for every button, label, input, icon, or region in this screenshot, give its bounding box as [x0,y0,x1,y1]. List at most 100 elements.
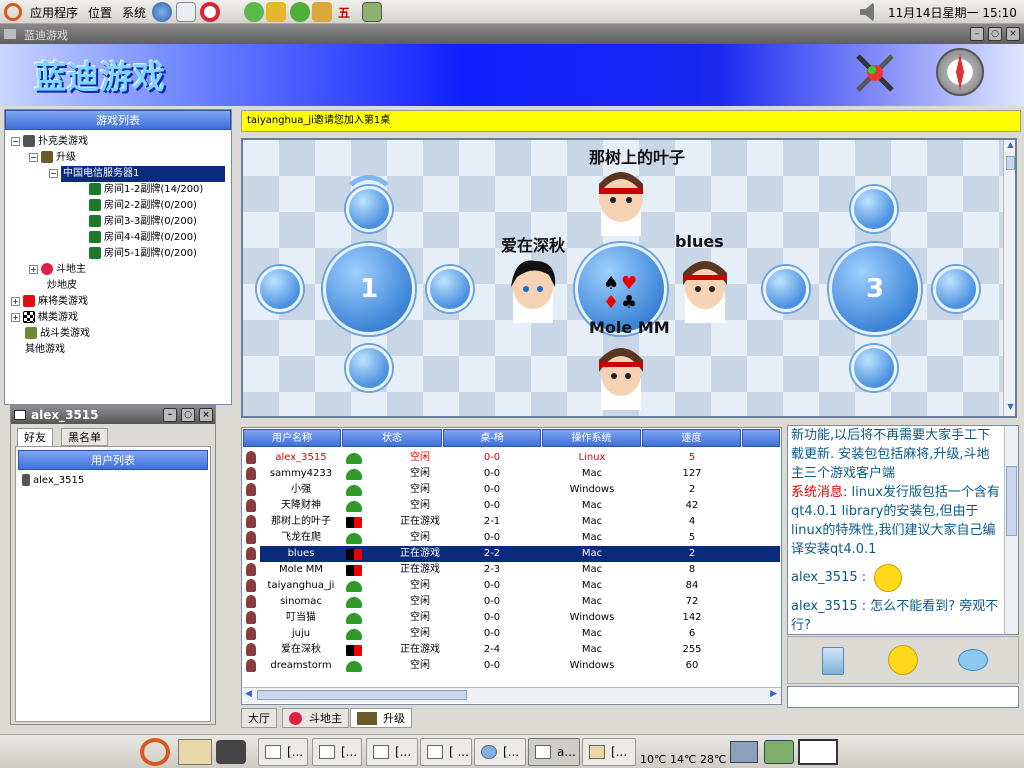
table-row[interactable]: Mole MM 正在游戏 2-3 Mac 8 [246,562,780,578]
tree-node-room-2[interactable]: 房间2-2副牌(0/200) [89,198,197,214]
weather-temp-2[interactable]: 14℃ [670,753,696,766]
task-button-7[interactable]: [... [582,738,636,766]
column-header-username[interactable]: 用户名称 [243,429,341,447]
column-header-speed[interactable]: 速度 [642,429,741,447]
tree-node-mahjong[interactable]: + 麻将类游戏 [11,294,88,310]
table-row[interactable]: dreamstorm 空闲 0-0 Windows 60 [246,658,780,674]
table-row[interactable]: 叮当猫 空闲 0-0 Windows 142 [246,610,780,626]
tree-node-room-4[interactable]: 房间4-4副牌(0/200) [89,230,197,246]
column-header-seat[interactable]: 桌-椅 [443,429,541,447]
table-3-seat-bottom[interactable] [851,345,897,391]
game-list-header[interactable]: 游戏列表 [5,110,231,130]
table-row[interactable]: 那树上的叶子 正在游戏 2-1 Mac 4 [246,514,780,530]
ubuntu-menu-icon[interactable] [140,738,170,766]
task-button-2[interactable]: [... [312,738,362,766]
table-1-seat-bottom[interactable] [346,345,392,391]
window-menu-icon[interactable] [4,29,16,39]
camera-launcher-icon[interactable] [216,740,246,764]
table-3[interactable]: 3 [829,243,921,335]
weather-temp-1[interactable]: 10℃ [640,753,666,766]
task-button-1[interactable]: [... [258,738,308,766]
tree-node-doudizhu[interactable]: + 斗地主 [29,262,86,278]
table-row[interactable]: 爱在深秋 正在游戏 2-4 Mac 255 [246,642,780,658]
speech-bubble-icon[interactable] [958,649,988,671]
table-1-seat-top[interactable] [346,186,392,232]
table-row[interactable]: blues 正在游戏 2-2 Mac 2 [246,546,780,562]
panel-close-button[interactable]: × [199,408,213,422]
task-button-4[interactable]: [ ... [420,738,472,766]
check-icon[interactable] [244,2,264,22]
tree-node-battle[interactable]: 战斗类游戏 [25,326,90,342]
tab-doudizhu[interactable]: 斗地主 [282,708,349,728]
package-icon[interactable] [362,2,382,22]
table-3-seat-top[interactable] [851,186,897,232]
system-menu[interactable]: 系统 [122,4,146,21]
tab-lobby[interactable]: 大厅 [241,708,277,728]
person-icon[interactable] [312,2,332,22]
settings-tools-icon[interactable] [852,50,898,96]
chat-scrollbar[interactable] [1004,426,1018,634]
chat-input[interactable] [787,686,1019,708]
table-row[interactable]: 飞龙在爬 空闲 0-0 Mac 5 [246,530,780,546]
tree-node-shengji[interactable]: − 升级 [29,150,76,166]
window-titlebar[interactable]: 蓝迪游戏 – ○ × [0,24,1024,44]
player-avatar-top[interactable] [593,170,649,236]
table-row[interactable]: sammy4233 空闲 0-0 Mac 127 [246,466,780,482]
weather-temp-3[interactable]: 28℃ [700,753,726,766]
table-3-seat-left[interactable] [763,266,809,312]
minimize-button[interactable]: – [970,27,984,41]
panel-minimize-button[interactable]: – [163,408,177,422]
browser-globe-icon[interactable] [152,2,172,22]
user-list-header[interactable]: 用户列表 [18,450,208,470]
collapse-icon[interactable]: − [49,168,58,178]
tree-node-room-3[interactable]: 房间3-3副牌(0/200) [89,214,197,230]
input-method-label[interactable]: 五 [338,4,350,21]
maximize-button[interactable]: ○ [988,27,1002,41]
tool-icon[interactable] [266,2,286,22]
table-row[interactable]: sinomac 空闲 0-0 Mac 72 [246,594,780,610]
table-row[interactable]: juju 空闲 0-0 Mac 6 [246,626,780,642]
emoticon-smiley-icon[interactable] [888,645,918,675]
expand-icon[interactable]: + [11,312,20,322]
tree-node-chaodipi[interactable]: 炒地皮 [47,278,77,294]
show-desktop-icon[interactable] [798,739,838,765]
tab-shengji[interactable]: 升级 [350,708,412,728]
places-menu[interactable]: 位置 [88,4,112,21]
tab-blacklist[interactable]: 黑名单 [61,428,108,446]
player-avatar-bottom[interactable] [593,344,649,410]
table-row[interactable]: alex_3515 空闲 0-0 Linux 5 [246,450,780,466]
tree-node-chess[interactable]: + 棋类游戏 [11,310,78,326]
column-header-status[interactable]: 状态 [342,429,442,447]
expand-icon[interactable]: + [11,296,20,306]
task-button-5[interactable]: [... [474,738,526,766]
recycle-icon[interactable] [290,2,310,22]
tab-friends[interactable]: 好友 [17,428,53,446]
friend-item[interactable]: alex_3515 [22,473,84,489]
volume-icon[interactable] [860,2,874,22]
panel-menu-icon[interactable] [14,410,26,420]
panel-maximize-button[interactable]: ○ [181,408,195,422]
applications-menu[interactable]: 应用程序 [30,4,78,21]
tree-node-server[interactable]: − 中国电信服务器1 [49,166,225,182]
tree-node-poker[interactable]: − 扑克类游戏 [11,134,88,150]
network-icon[interactable] [730,741,758,763]
task-button-3[interactable]: [... [366,738,418,766]
tree-node-room-5[interactable]: 房间5-1副牌(0/200) [89,246,197,262]
trash-icon[interactable] [822,647,844,675]
task-button-6[interactable]: a... [528,738,580,766]
trash-bin-icon[interactable] [764,740,794,764]
ubuntu-logo-icon[interactable] [4,3,22,21]
table-1-seat-left[interactable] [257,266,303,312]
player-avatar-right[interactable] [677,257,733,323]
table-1-seat-right[interactable] [427,266,473,312]
collapse-icon[interactable]: − [11,136,20,146]
help-lifebuoy-icon[interactable] [200,2,220,22]
friends-panel-title[interactable]: alex_3515 – ○ × [11,406,215,424]
expand-icon[interactable]: + [29,264,38,274]
table-row[interactable]: 天降财神 空闲 0-0 Mac 42 [246,498,780,514]
chat-log[interactable]: 新功能,以后将不再需要大家手工下载更新. 安装包包括麻将,升级,斗地主三个游戏客… [787,425,1019,635]
player-avatar-left[interactable] [505,257,561,323]
table-3-seat-right[interactable] [933,266,979,312]
user-table-hscrollbar[interactable]: ◀ ▶ [243,687,781,703]
tree-node-room-1[interactable]: 房间1-2副牌(14/200) [89,182,203,198]
